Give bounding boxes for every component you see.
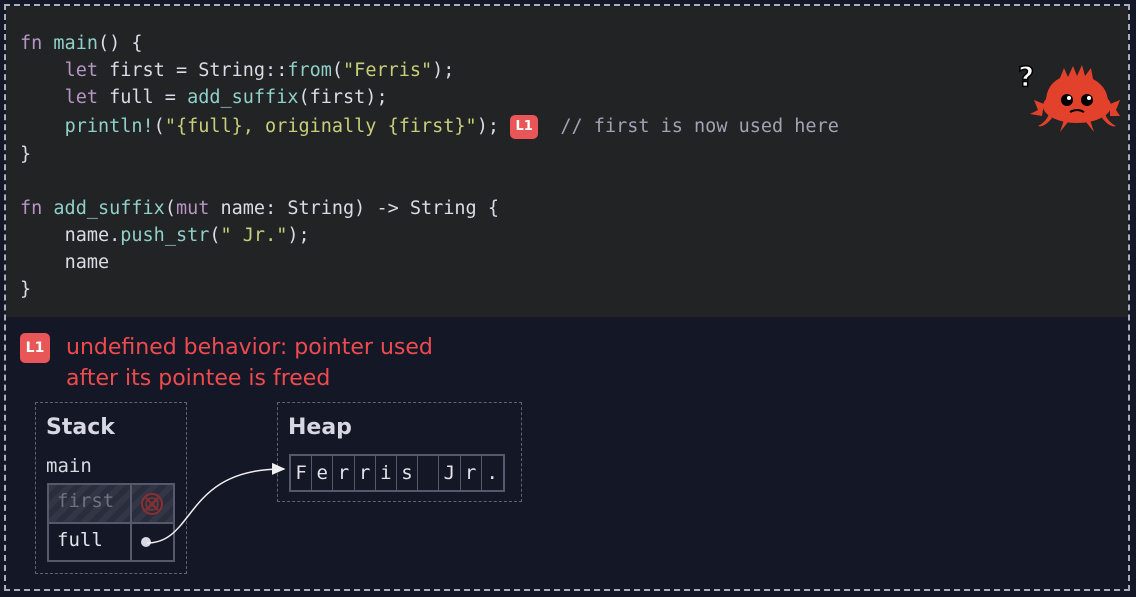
diagram-frame: fn main() { let first = String::from("Fe… bbox=[4, 4, 1130, 591]
pointer-arrow bbox=[146, 462, 286, 544]
